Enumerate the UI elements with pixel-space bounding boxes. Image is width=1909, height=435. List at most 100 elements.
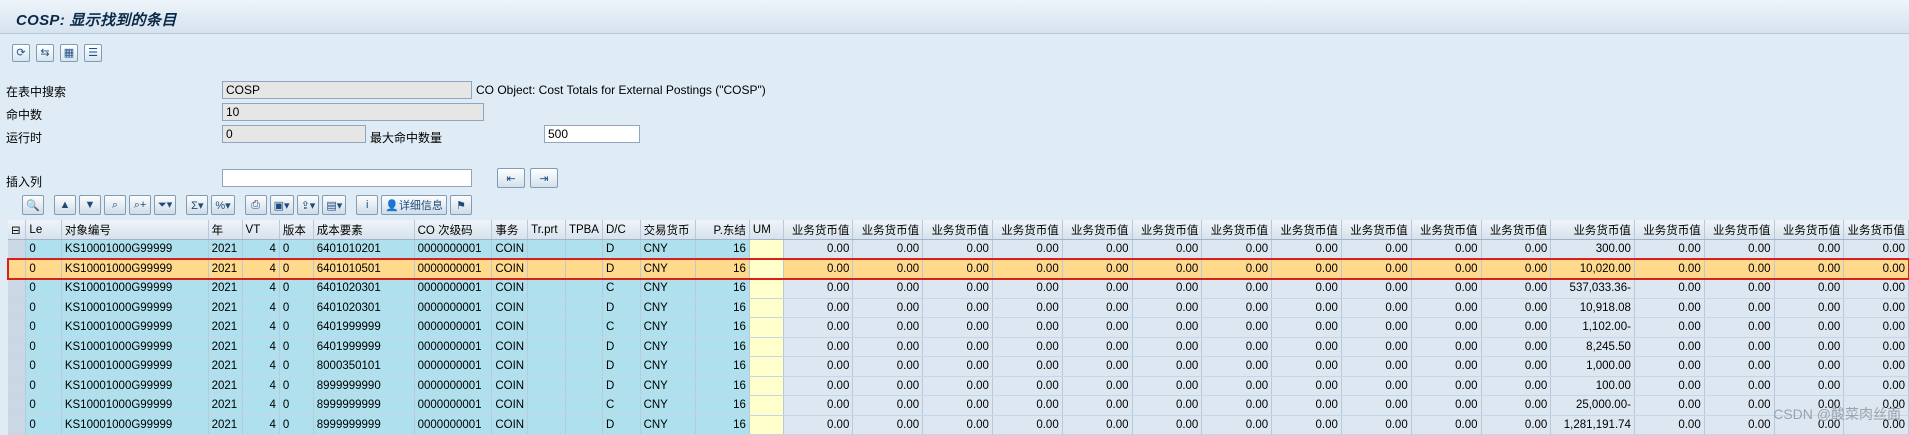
table-row[interactable]: 0 KS10001000G99999 2021 4 0 6401020301 0000000… xyxy=(8,278,1909,299)
list-icon[interactable]: ☰ xyxy=(84,44,102,62)
search-table-field[interactable]: COSP xyxy=(222,81,472,99)
row-selector[interactable] xyxy=(8,317,27,338)
subtotal-icon[interactable]: %▾ xyxy=(211,195,235,215)
refresh-icon[interactable]: ⟳ xyxy=(12,44,30,62)
title-bar: COSP: 显示找到的条目 xyxy=(0,0,1909,34)
table-cell: 4 xyxy=(242,337,280,357)
table-row[interactable]: 0 KS10001000G99999 2021 4 0 6401020301 0000000… xyxy=(8,298,1909,318)
table-cell: 0.00 xyxy=(783,317,854,338)
column-header[interactable]: 业务货币值 xyxy=(1201,220,1273,240)
column-header[interactable]: VT xyxy=(242,220,280,240)
column-header[interactable]: 业务货币值 xyxy=(852,220,924,240)
details-button[interactable]: 👤 详细信息 xyxy=(381,195,447,215)
sum-icon[interactable]: Σ▾ xyxy=(186,195,209,215)
row-selector[interactable] xyxy=(8,259,27,279)
table-icon[interactable]: ▦ xyxy=(60,44,78,62)
insert-right-button[interactable]: ⇥ xyxy=(530,168,558,188)
column-header[interactable]: 业务货币值 xyxy=(1634,220,1705,240)
split-icon[interactable]: ⇆ xyxy=(36,44,54,62)
filter-icon[interactable]: ⏷▾ xyxy=(154,195,177,215)
table-cell: 0.00 xyxy=(992,317,1063,338)
max-hits-input[interactable]: 500 xyxy=(544,125,640,143)
column-header[interactable]: CO 次级码 xyxy=(414,220,493,240)
column-header[interactable]: 业务货币值 xyxy=(1481,220,1552,240)
table-cell xyxy=(749,298,784,318)
column-header[interactable]: 年 xyxy=(208,220,243,240)
row-selector[interactable] xyxy=(8,298,27,318)
column-header[interactable]: 事务 xyxy=(491,220,529,240)
column-header[interactable]: Le xyxy=(25,220,62,240)
column-header[interactable]: 业务货币值 xyxy=(1774,220,1845,240)
table-cell: 0.00 xyxy=(1774,356,1845,377)
table-cell: KS10001000G99999 xyxy=(61,395,209,416)
table-row[interactable]: 0 KS10001000G99999 2021 4 0 8999999990 0000000… xyxy=(8,376,1909,396)
table-cell: 0.00 xyxy=(1774,278,1845,299)
table-cell: 0.00 xyxy=(1062,298,1133,318)
column-header[interactable]: 业务货币值 xyxy=(1550,220,1635,240)
table-cell: 0.00 xyxy=(1774,376,1845,396)
page-title: COSP: 显示找到的条目 xyxy=(16,12,177,29)
column-header[interactable]: 业务货币值 xyxy=(922,220,993,240)
view-icon[interactable]: ▣▾ xyxy=(269,195,294,215)
column-header[interactable]: D/C xyxy=(602,220,641,240)
column-header[interactable]: 成本要素 xyxy=(313,220,415,240)
column-header[interactable]: 业务货币值 xyxy=(992,220,1063,240)
print-icon[interactable]: ⎙ xyxy=(244,195,267,215)
table-cell: 0.00 xyxy=(1341,376,1412,396)
table-row[interactable]: 0 KS10001000G99999 2021 4 0 6401999999 0000000… xyxy=(8,337,1909,357)
row-selector[interactable] xyxy=(8,356,27,377)
table-cell: 0.00 xyxy=(1843,317,1909,338)
column-header[interactable]: 业务货币值 xyxy=(1341,220,1412,240)
table-cell: KS10001000G99999 xyxy=(61,317,209,338)
sort-asc-icon[interactable]: ▲ xyxy=(54,195,76,215)
flag-icon[interactable]: ⚑ xyxy=(449,195,472,215)
table-cell xyxy=(565,278,603,299)
column-header[interactable]: Tr.prt xyxy=(527,220,566,240)
column-header[interactable]: 业务货币值 xyxy=(1062,220,1133,240)
column-header[interactable]: 业务货币值 xyxy=(1271,220,1342,240)
table-row[interactable]: 0 KS10001000G99999 2021 4 0 6401010501 0000000… xyxy=(7,258,1909,280)
details-label: 详细信息 xyxy=(398,200,443,212)
column-header[interactable]: 对象编号 xyxy=(61,220,209,240)
table-cell: 0.00 xyxy=(1132,356,1203,377)
table-row[interactable]: 0 KS10001000G99999 2021 4 0 8000350101 0000000… xyxy=(8,356,1909,377)
find-next-icon[interactable]: ⌕+ xyxy=(129,195,151,215)
column-header[interactable]: 业务货币值 xyxy=(783,220,854,240)
column-header[interactable]: 业务货币值 xyxy=(1704,220,1775,240)
row-selector[interactable] xyxy=(8,278,27,299)
zoom-icon[interactable]: 🔍 xyxy=(22,195,44,215)
insert-left-button[interactable]: ⇤ xyxy=(497,168,525,188)
sort-desc-icon[interactable]: ▼ xyxy=(79,195,101,215)
find-icon[interactable]: ⌕ xyxy=(104,195,126,215)
table-row[interactable]: 0 KS10001000G99999 2021 4 0 6401010201 0000000… xyxy=(8,239,1909,260)
table-cell: 0.00 xyxy=(1774,317,1845,338)
table-cell: 0000000001 xyxy=(414,395,493,416)
info-icon[interactable]: i xyxy=(356,195,379,215)
row-selector[interactable] xyxy=(8,337,27,357)
row-selector[interactable] xyxy=(8,376,27,396)
column-header[interactable]: 版本 xyxy=(279,220,314,240)
select-all-cell[interactable]: ⊟ xyxy=(8,220,27,240)
insert-right-icon: ⇥ xyxy=(539,172,549,185)
table-cell: 0000000001 xyxy=(414,376,493,396)
insert-column-input[interactable] xyxy=(222,169,472,187)
row-selector[interactable] xyxy=(8,395,27,416)
table-cell: 16 xyxy=(695,259,750,279)
column-header[interactable]: 业务货币值 xyxy=(1411,220,1482,240)
row-selector[interactable] xyxy=(8,239,27,260)
table-cell: COIN xyxy=(491,317,529,338)
table-cell: 0.00 xyxy=(922,337,993,357)
table-cell: 0.00 xyxy=(1843,298,1909,318)
column-header[interactable]: 业务货币值 xyxy=(1843,220,1909,240)
table-cell xyxy=(527,395,566,416)
table-row[interactable]: 0 KS10001000G99999 2021 4 0 8999999999 0000000… xyxy=(8,395,1909,416)
column-header[interactable]: 业务货币值 xyxy=(1132,220,1203,240)
layout-icon[interactable]: ▤▾ xyxy=(322,195,347,215)
column-header[interactable]: UM xyxy=(749,220,784,240)
export-icon[interactable]: ⇪▾ xyxy=(296,195,320,215)
column-header[interactable]: 交易货币 xyxy=(640,220,697,240)
column-header[interactable]: P.东结 xyxy=(695,220,750,240)
table-cell: 0.00 xyxy=(783,376,854,396)
column-header[interactable]: TPBA xyxy=(565,220,603,240)
table-row[interactable]: 0 KS10001000G99999 2021 4 0 6401999999 0000000… xyxy=(8,317,1909,338)
